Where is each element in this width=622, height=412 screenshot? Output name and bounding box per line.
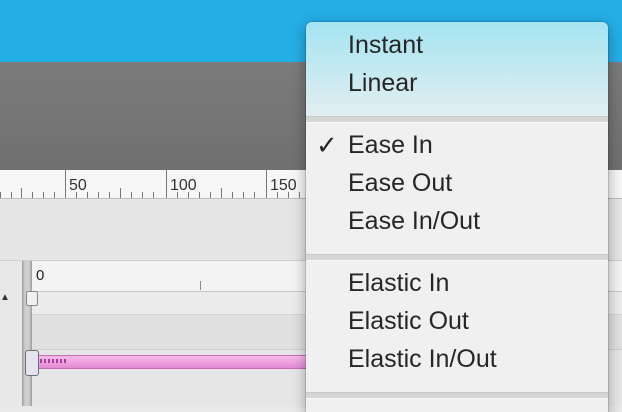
menu-item-label: Ease In/Out bbox=[348, 207, 481, 235]
menu-item-label: Elastic In/Out bbox=[348, 345, 497, 373]
menu-item-label: Elastic In bbox=[348, 269, 450, 297]
menu-separator bbox=[306, 392, 608, 399]
ruler-tick bbox=[0, 192, 1, 198]
ruler-tick bbox=[76, 192, 77, 198]
ruler-tick bbox=[21, 188, 22, 198]
ruler-tick bbox=[153, 192, 154, 198]
menu-item-elastic-in[interactable]: Elastic In bbox=[306, 266, 608, 302]
menu-item-label: Ease In bbox=[348, 131, 433, 159]
ruler-tick bbox=[288, 192, 289, 198]
checkmark-icon: ✓ bbox=[316, 130, 338, 160]
timeline-playhead-track bbox=[22, 261, 32, 406]
tween-dots bbox=[40, 359, 68, 363]
ruler-tick bbox=[199, 192, 200, 198]
ruler-tick bbox=[87, 192, 88, 198]
menu-item-elastic-out[interactable]: Elastic Out bbox=[306, 304, 608, 340]
timeline-zero-label: 0 bbox=[36, 267, 45, 284]
ruler-tick bbox=[177, 192, 178, 198]
ruler-tick bbox=[232, 192, 233, 198]
menu-item-instant[interactable]: Instant bbox=[306, 28, 608, 64]
ruler-tick bbox=[120, 188, 121, 198]
ruler-tick bbox=[131, 192, 132, 198]
ruler-tick bbox=[43, 192, 44, 198]
ruler-tick bbox=[109, 192, 110, 198]
timeline-tick bbox=[200, 281, 201, 290]
ruler-tick bbox=[254, 192, 255, 198]
ruler-label: 100 bbox=[170, 177, 197, 194]
keyframe-marker[interactable] bbox=[26, 291, 38, 306]
ruler-tick bbox=[32, 192, 33, 198]
menu-separator bbox=[306, 116, 608, 123]
collapse-caret-icon[interactable]: ▲ bbox=[0, 292, 10, 303]
menu-item-label: Elastic Out bbox=[348, 307, 469, 335]
ruler-label: 50 bbox=[69, 177, 87, 194]
ruler-tick bbox=[54, 192, 55, 198]
ruler-tick bbox=[243, 192, 244, 198]
ruler-tick bbox=[277, 192, 278, 198]
menu-item-linear[interactable]: Linear bbox=[306, 66, 608, 102]
ruler-tick bbox=[188, 192, 189, 198]
menu-item-label: Instant bbox=[348, 31, 424, 59]
timeline-layer-column bbox=[0, 261, 22, 406]
ruler-label: 150 bbox=[270, 177, 297, 194]
menu-item-ease-in[interactable]: ✓ Ease In bbox=[306, 128, 608, 164]
menu-separator bbox=[306, 254, 608, 261]
ruler-tick bbox=[65, 170, 66, 198]
ruler-tick bbox=[266, 170, 267, 198]
tween-bar[interactable] bbox=[37, 355, 317, 369]
menu-item-label: Ease Out bbox=[348, 169, 453, 197]
ruler-tick bbox=[142, 192, 143, 198]
keyframe-handle[interactable] bbox=[25, 350, 39, 376]
menu-item-elastic-in-out[interactable]: Elastic In/Out bbox=[306, 342, 608, 378]
ruler-tick bbox=[299, 192, 300, 198]
ruler-tick bbox=[221, 188, 222, 198]
menu-item-ease-in-out[interactable]: Ease In/Out bbox=[306, 204, 608, 240]
ruler-tick bbox=[166, 170, 167, 198]
easing-context-menu: Instant Linear ✓ Ease In Ease Out Ease I… bbox=[306, 22, 608, 412]
menu-item-ease-out[interactable]: Ease Out bbox=[306, 166, 608, 202]
ruler-tick bbox=[210, 192, 211, 198]
ruler-tick bbox=[11, 192, 12, 198]
ruler-tick bbox=[98, 192, 99, 198]
menu-item-label: Linear bbox=[348, 69, 418, 97]
